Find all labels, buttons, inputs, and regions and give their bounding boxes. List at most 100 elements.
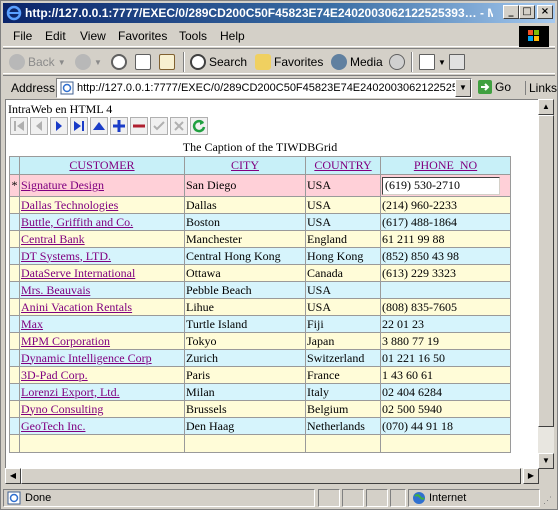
customer-link[interactable]: Dallas Technologies bbox=[21, 198, 118, 212]
refresh-data-button[interactable] bbox=[190, 117, 208, 135]
maximize-button[interactable]: □ bbox=[519, 5, 535, 19]
vertical-scrollbar[interactable]: ▲ ▼ bbox=[538, 99, 554, 469]
refresh-page-button[interactable] bbox=[135, 53, 154, 71]
menu-favorites[interactable]: Favorites bbox=[118, 29, 167, 43]
customer-link[interactable]: Anini Vacation Rentals bbox=[21, 300, 132, 314]
cell-city: Zurich bbox=[184, 349, 306, 367]
customer-link[interactable]: Mrs. Beauvais bbox=[21, 283, 90, 297]
stop-button[interactable] bbox=[111, 53, 130, 71]
status-panel bbox=[318, 489, 340, 507]
insert-record-button[interactable] bbox=[90, 117, 108, 135]
table-row[interactable]: Max Turtle Island Fiji 22 01 23 bbox=[9, 315, 511, 333]
cell-customer: Dynamic Intelligence Corp bbox=[19, 349, 185, 367]
horizontal-scrollbar[interactable]: ◀ ▶ bbox=[5, 468, 539, 484]
cell-customer: Anini Vacation Rentals bbox=[19, 298, 185, 316]
media-button[interactable]: Media bbox=[331, 53, 383, 71]
resize-grip-icon[interactable]: ⋰ bbox=[543, 495, 553, 505]
customer-link[interactable]: DT Systems, LTD. bbox=[21, 249, 111, 263]
insert-icon bbox=[93, 122, 105, 130]
horizontal-scroll-thumb[interactable] bbox=[21, 468, 521, 484]
favorites-button[interactable]: Favorites bbox=[255, 53, 323, 71]
customer-link[interactable]: Lorenzi Export, Ltd. bbox=[21, 385, 120, 399]
prior-record-button[interactable] bbox=[30, 117, 48, 135]
first-record-button[interactable] bbox=[10, 117, 28, 135]
minimize-button[interactable]: _ bbox=[503, 5, 519, 19]
phone-edit-input[interactable] bbox=[382, 176, 500, 195]
customer-link[interactable]: MPM Corporation bbox=[21, 334, 110, 348]
back-button[interactable]: Back ▼ bbox=[9, 53, 66, 71]
cell-city: Tokyo bbox=[184, 332, 306, 350]
vertical-scroll-thumb[interactable] bbox=[538, 115, 554, 427]
address-dropdown-button[interactable]: ▼ bbox=[455, 79, 471, 97]
internet-globe-icon bbox=[413, 492, 425, 504]
sort-city-link[interactable]: CITY bbox=[231, 158, 259, 172]
delete-record-button[interactable] bbox=[130, 117, 148, 135]
address-input[interactable]: http://127.0.0.1:7777/EXEC/0/289CD200C50… bbox=[56, 78, 472, 98]
menu-edit[interactable]: Edit bbox=[45, 29, 66, 43]
add-record-button[interactable] bbox=[110, 117, 128, 135]
cell-phone: (852) 850 43 98 bbox=[380, 247, 511, 265]
cell-country: Switzerland bbox=[305, 349, 381, 367]
customer-link[interactable]: Dynamic Intelligence Corp bbox=[21, 351, 152, 365]
table-row[interactable]: DT Systems, LTD. Central Hong Kong Hong … bbox=[9, 247, 511, 265]
column-header-phone[interactable]: PHONE_NO bbox=[380, 156, 511, 175]
cell-customer: Signature Design bbox=[19, 174, 185, 197]
cell-country: Japan bbox=[305, 332, 381, 350]
table-row[interactable]: Buttle, Griffith and Co. Boston USA (617… bbox=[9, 213, 511, 231]
address-label: Address bbox=[11, 81, 56, 95]
menu-file[interactable]: File bbox=[13, 29, 32, 43]
table-row[interactable]: Lorenzi Export, Ltd. Milan Italy 02 404 … bbox=[9, 383, 511, 401]
menu-view[interactable]: View bbox=[80, 29, 106, 43]
links-button[interactable]: Links bbox=[525, 81, 557, 95]
scroll-left-button[interactable]: ◀ bbox=[5, 468, 21, 484]
table-row[interactable]: 3D-Pad Corp. Paris France 1 43 60 61 bbox=[9, 366, 511, 384]
column-header-city[interactable]: CITY bbox=[184, 156, 306, 175]
sort-phone-link[interactable]: PHONE_NO bbox=[414, 158, 477, 172]
scroll-up-button[interactable]: ▲ bbox=[538, 99, 554, 115]
customer-link[interactable]: Buttle, Griffith and Co. bbox=[21, 215, 133, 229]
table-row[interactable]: Anini Vacation Rentals Lihue USA (808) 8… bbox=[9, 298, 511, 316]
toolbar-separator bbox=[411, 52, 413, 72]
print-button[interactable] bbox=[449, 53, 468, 71]
customer-link[interactable]: GeoTech Inc. bbox=[21, 419, 85, 433]
table-row[interactable]: DataServe International Ottawa Canada (6… bbox=[9, 264, 511, 282]
home-button[interactable] bbox=[159, 53, 178, 71]
sort-country-link[interactable]: COUNTRY bbox=[314, 158, 371, 172]
current-row-indicator: * bbox=[9, 174, 20, 197]
windows-logo-icon bbox=[519, 26, 549, 47]
customer-link[interactable]: DataServe International bbox=[21, 266, 135, 280]
table-row[interactable]: Dyno Consulting Brussels Belgium 02 500 … bbox=[9, 400, 511, 418]
table-row[interactable]: Dallas Technologies Dallas USA (214) 960… bbox=[9, 196, 511, 214]
go-button[interactable]: Go bbox=[477, 79, 511, 95]
mail-icon bbox=[419, 54, 435, 70]
customer-link[interactable]: Signature Design bbox=[21, 178, 104, 192]
next-record-button[interactable] bbox=[50, 117, 68, 135]
customer-link[interactable]: 3D-Pad Corp. bbox=[21, 368, 88, 382]
history-button[interactable] bbox=[389, 53, 408, 71]
indicator-header bbox=[9, 156, 20, 175]
last-record-button[interactable] bbox=[70, 117, 88, 135]
column-header-customer[interactable]: CUSTOMER bbox=[19, 156, 185, 175]
close-button[interactable]: × bbox=[537, 5, 553, 19]
scroll-right-button[interactable]: ▶ bbox=[523, 468, 539, 484]
table-row[interactable]: * Signature Design San Diego USA bbox=[9, 174, 511, 197]
customer-link[interactable]: Central Bank bbox=[21, 232, 85, 246]
table-row[interactable]: GeoTech Inc. Den Haag Netherlands (070) … bbox=[9, 417, 511, 435]
column-header-country[interactable]: COUNTRY bbox=[305, 156, 381, 175]
forward-button[interactable]: ▼ bbox=[75, 53, 102, 71]
search-button[interactable]: Search bbox=[190, 53, 247, 71]
sort-customer-link[interactable]: CUSTOMER bbox=[69, 158, 134, 172]
customer-link[interactable]: Dyno Consulting bbox=[21, 402, 103, 416]
table-row[interactable]: MPM Corporation Tokyo Japan 3 880 77 19 bbox=[9, 332, 511, 350]
post-record-button[interactable] bbox=[150, 117, 168, 135]
customer-link[interactable]: Max bbox=[21, 317, 43, 331]
table-row[interactable]: Central Bank Manchester England 61 211 9… bbox=[9, 230, 511, 248]
table-row[interactable]: Mrs. Beauvais Pebble Beach USA bbox=[9, 281, 511, 299]
cancel-record-button[interactable] bbox=[170, 117, 188, 135]
cell-country: USA bbox=[305, 213, 381, 231]
mail-button[interactable]: ▼ bbox=[419, 53, 446, 71]
menu-tools[interactable]: Tools bbox=[179, 29, 207, 43]
menu-help[interactable]: Help bbox=[220, 29, 245, 43]
scroll-down-button[interactable]: ▼ bbox=[538, 453, 554, 469]
table-row[interactable]: Dynamic Intelligence Corp Zurich Switzer… bbox=[9, 349, 511, 367]
